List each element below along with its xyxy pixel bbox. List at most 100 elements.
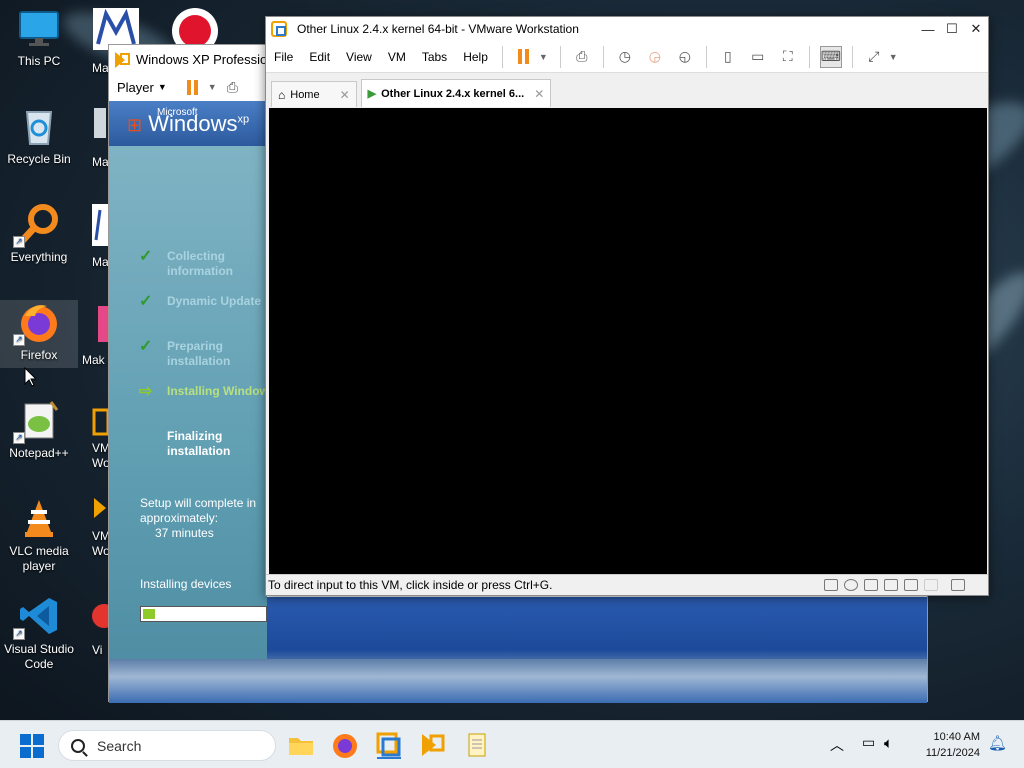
player-menu-button[interactable]: Player bbox=[117, 80, 154, 95]
close-icon[interactable]: ✕ bbox=[340, 88, 350, 102]
chevron-down-icon[interactable]: ▼ bbox=[539, 52, 548, 62]
network-icon[interactable]: ▭ bbox=[862, 735, 875, 751]
minimize-button[interactable]: — bbox=[916, 17, 940, 41]
vmware-workstation-icon[interactable] bbox=[375, 731, 403, 759]
desktop-icon-this-pc[interactable]: This PC bbox=[0, 6, 78, 96]
clock-icon: ◷ bbox=[618, 48, 631, 64]
message-log-icon[interactable] bbox=[951, 579, 965, 591]
desktop-icon-vscode[interactable]: ↗ Visual Studio Code bbox=[0, 594, 78, 684]
keyboard-icon: ⎙ bbox=[576, 48, 588, 64]
desktop-icon-firefox[interactable]: ↗ Firefox bbox=[0, 300, 78, 368]
checkmark-icon: ✓ bbox=[139, 248, 153, 265]
menu-tabs[interactable]: Tabs bbox=[414, 50, 455, 64]
vmware-player-icon bbox=[115, 52, 130, 68]
show-library-button[interactable]: ▯ bbox=[717, 46, 739, 68]
vmware-workstation-icon bbox=[271, 21, 287, 37]
notepad-icon[interactable] bbox=[463, 731, 491, 759]
vmw-tab-strip: ⌂ Home ✕ ▶ Other Linux 2.4.x kernel 6...… bbox=[266, 73, 988, 107]
toolbar-separator bbox=[851, 45, 853, 68]
clock-time: 10:40 AM bbox=[933, 731, 980, 743]
desktop-icon-label: Notepad++ bbox=[9, 446, 69, 460]
send-keys-icon[interactable]: ⎙ bbox=[227, 79, 238, 96]
vmware-player-icon bbox=[94, 498, 106, 518]
windows-flag-icon: ⊞ bbox=[127, 115, 143, 135]
search-icon bbox=[71, 738, 85, 753]
desktop-icon-label: Visual Studio Code bbox=[4, 642, 74, 671]
checkmark-icon: ✓ bbox=[139, 293, 153, 310]
xp-progress-fill bbox=[143, 609, 155, 619]
vm-console-screen[interactable] bbox=[269, 108, 987, 575]
start-button[interactable] bbox=[20, 734, 44, 758]
desktop-icon-vlc[interactable]: VLC media player bbox=[0, 496, 78, 586]
firefox-icon[interactable] bbox=[331, 731, 359, 759]
xp-footer-band bbox=[109, 659, 927, 703]
usb-icon[interactable] bbox=[884, 579, 898, 591]
xp-step-label: Dynamic Update bbox=[167, 294, 262, 308]
pause-button[interactable] bbox=[513, 46, 535, 68]
chevron-down-icon[interactable]: ▼ bbox=[889, 52, 898, 62]
vmw-window-title: Other Linux 2.4.x kernel 64-bit - VMware… bbox=[297, 22, 579, 36]
desktop-icon-everything[interactable]: ↗ Everything bbox=[0, 202, 78, 292]
send-ctrl-alt-del-button[interactable]: ⎙ bbox=[571, 46, 593, 68]
pause-icon[interactable] bbox=[186, 79, 198, 95]
chevron-up-icon[interactable]: ︿ bbox=[830, 735, 844, 755]
console-view-button[interactable]: ⌨ bbox=[819, 45, 842, 68]
display-icon[interactable] bbox=[924, 579, 938, 591]
status-message: To direct input to this VM, click inside… bbox=[268, 578, 553, 592]
tab-label: Other Linux 2.4.x kernel 6... bbox=[381, 87, 525, 100]
tab-linux-vm[interactable]: ▶ Other Linux 2.4.x kernel 6... ✕ bbox=[360, 79, 552, 107]
vm-icon: ▶ bbox=[367, 88, 377, 100]
xp-step-label: Installing Windows bbox=[167, 384, 276, 398]
snapshot-revert-icon: ◶ bbox=[648, 48, 661, 64]
revert-snapshot-button[interactable]: ◶ bbox=[644, 46, 666, 68]
taskbar-search[interactable]: Search bbox=[58, 730, 276, 761]
desktop-icon-recycle-bin[interactable]: Recycle Bin bbox=[0, 104, 78, 194]
menu-file[interactable]: File bbox=[266, 50, 301, 64]
vmw-title-bar[interactable]: Other Linux 2.4.x kernel 64-bit - VMware… bbox=[266, 17, 988, 41]
toolbar-separator bbox=[808, 45, 810, 68]
close-button[interactable]: ✕ bbox=[964, 17, 988, 41]
volume-icon[interactable]: 🔈︎ bbox=[884, 734, 893, 752]
snapshot-button[interactable]: ◷ bbox=[614, 46, 636, 68]
menu-vm[interactable]: VM bbox=[380, 50, 414, 64]
shortcut-arrow-icon: ↗ bbox=[13, 334, 25, 346]
menu-edit[interactable]: Edit bbox=[301, 50, 338, 64]
full-screen-button[interactable]: ⛶ bbox=[777, 46, 799, 68]
sound-icon[interactable] bbox=[904, 579, 918, 591]
taskbar-clock[interactable]: 10:40 AM 11/21/2024 bbox=[926, 729, 980, 761]
file-explorer-icon[interactable] bbox=[287, 731, 315, 759]
maximize-button[interactable]: ☐ bbox=[940, 17, 964, 41]
chevron-down-icon[interactable]: ▼ bbox=[208, 82, 217, 92]
stretch-guest-button[interactable]: ⤢ bbox=[863, 46, 885, 68]
menu-view[interactable]: View bbox=[338, 50, 380, 64]
desktop-icon-label: Firefox bbox=[20, 348, 58, 362]
device-status-icons bbox=[821, 579, 988, 591]
network-adapter-icon[interactable] bbox=[864, 579, 878, 591]
menu-help[interactable]: Help bbox=[455, 50, 496, 64]
xp-eta-line2: approximately: bbox=[140, 511, 219, 525]
tab-home[interactable]: ⌂ Home ✕ bbox=[271, 81, 357, 107]
toolbar-separator bbox=[602, 45, 604, 68]
checkmark-icon: ✓ bbox=[139, 338, 153, 355]
console-icon: ⌨ bbox=[820, 48, 841, 64]
hard-disk-icon[interactable] bbox=[824, 579, 838, 591]
monitor-icon bbox=[17, 6, 61, 50]
chevron-down-icon[interactable]: ▼ bbox=[158, 82, 167, 92]
close-icon[interactable]: ✕ bbox=[534, 87, 544, 101]
show-thumbnail-button[interactable]: ▭ bbox=[747, 46, 769, 68]
snapshot-manager-button[interactable]: ◵ bbox=[674, 46, 696, 68]
tab-label: Home bbox=[290, 88, 320, 101]
cd-drive-icon[interactable] bbox=[844, 579, 858, 591]
xp-eta: Setup will complete in approximately: 37… bbox=[140, 496, 265, 541]
xp-logo-small: Microsoft bbox=[157, 107, 198, 118]
vmw-menu-bar: File Edit View VM Tabs Help ▼ ⎙ ◷ ◶ ◵ ▯ … bbox=[266, 41, 988, 73]
xp-step-label: Collecting information bbox=[167, 249, 233, 278]
vmware-workstation-window[interactable]: Other Linux 2.4.x kernel 64-bit - VMware… bbox=[265, 16, 989, 596]
notification-bell-icon[interactable]: 🔔︎ bbox=[988, 734, 1007, 752]
vmware-player-icon[interactable] bbox=[419, 731, 447, 759]
desktop-icon-label: This PC bbox=[17, 54, 61, 68]
xp-eta-minutes: 37 minutes bbox=[155, 526, 214, 540]
vlc-cone-icon bbox=[17, 496, 61, 540]
toolbar-separator bbox=[705, 45, 707, 68]
desktop-icon-notepad-plus-plus[interactable]: ↗ Notepad++ bbox=[0, 398, 78, 488]
